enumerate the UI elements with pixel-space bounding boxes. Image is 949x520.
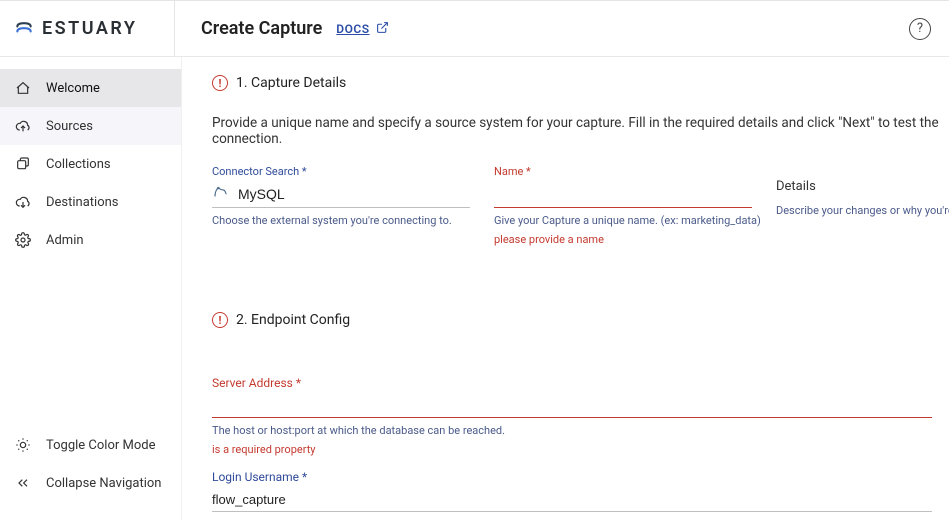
sidebar-item-label: Toggle Color Mode xyxy=(46,438,156,453)
connector-field: Connector Search * Choose the external s… xyxy=(212,165,470,227)
name-field: Name * Give your Capture a unique name. … xyxy=(494,165,752,246)
section-intro: Provide a unique name and specify a sour… xyxy=(212,115,949,147)
topbar: ESTUARY Create Capture DOCS ? xyxy=(0,1,949,57)
sidebar-item-label: Collections xyxy=(46,157,111,172)
sidebar-item-label: Admin xyxy=(46,233,84,248)
alert-icon: ! xyxy=(212,312,228,328)
login-username-input[interactable] xyxy=(212,492,932,507)
section-title: 2. Endpoint Config xyxy=(236,312,350,328)
brand-mark-icon xyxy=(14,19,34,39)
alert-icon: ! xyxy=(212,75,228,91)
brand-logo: ESTUARY xyxy=(14,18,174,39)
details-help: Describe your changes or why you're ch xyxy=(776,204,949,217)
home-icon xyxy=(14,80,32,96)
docs-link[interactable]: DOCS xyxy=(336,21,388,37)
mysql-icon xyxy=(212,183,230,205)
sidebar-item-collections[interactable]: Collections xyxy=(0,145,181,183)
cloud-download-icon xyxy=(14,194,32,210)
external-link-icon xyxy=(376,21,389,37)
section-endpoint-config-header: ! 2. Endpoint Config xyxy=(212,312,949,328)
title-block: Create Capture DOCS xyxy=(174,1,389,56)
sidebar-item-label: Sources xyxy=(46,119,93,134)
sidebar-item-label: Welcome xyxy=(46,81,100,96)
login-username-label: Login Username * xyxy=(212,470,932,484)
server-address-field: Server Address * The host or host:port a… xyxy=(212,376,932,456)
collections-icon xyxy=(14,156,32,172)
sidebar-item-destinations[interactable]: Destinations xyxy=(0,183,181,221)
gear-icon xyxy=(14,232,32,248)
sidebar-item-label: Collapse Navigation xyxy=(46,476,161,491)
details-label: Details xyxy=(776,165,949,194)
toggle-color-mode[interactable]: Toggle Color Mode xyxy=(0,426,181,464)
section-capture-details-header: ! 1. Capture Details xyxy=(212,75,949,91)
server-address-input[interactable] xyxy=(212,398,932,413)
sidebar-item-sources[interactable]: Sources xyxy=(0,107,181,145)
connector-search-input[interactable] xyxy=(238,186,470,202)
sidebar-item-welcome[interactable]: Welcome xyxy=(0,69,181,107)
sidebar: Welcome Sources Collections xyxy=(0,57,182,520)
page-title: Create Capture xyxy=(201,18,322,39)
sun-icon xyxy=(14,437,32,453)
server-address-label: Server Address * xyxy=(212,376,932,390)
name-label: Name * xyxy=(494,165,752,178)
connector-help: Choose the external system you're connec… xyxy=(212,214,470,227)
section-title: 1. Capture Details xyxy=(236,75,346,91)
brand-name: ESTUARY xyxy=(42,18,137,39)
login-username-field: Login Username * The database user to au… xyxy=(212,470,932,520)
connector-label: Connector Search * xyxy=(212,165,470,178)
chevrons-left-icon xyxy=(14,475,32,491)
sidebar-item-label: Destinations xyxy=(46,195,119,210)
collapse-navigation[interactable]: Collapse Navigation xyxy=(0,464,181,502)
name-help: Give your Capture a unique name. (ex: ma… xyxy=(494,214,752,227)
help-button[interactable]: ? xyxy=(909,18,931,40)
capture-name-input[interactable] xyxy=(494,186,752,202)
details-field: Details Describe your changes or why you… xyxy=(776,165,949,217)
main-content: ! 1. Capture Details Provide a unique na… xyxy=(182,57,949,520)
sidebar-item-admin[interactable]: Admin xyxy=(0,221,181,259)
cloud-upload-icon xyxy=(14,118,32,134)
server-address-help: The host or host:port at which the datab… xyxy=(212,424,932,437)
name-error: please provide a name xyxy=(494,233,752,246)
help-icon: ? xyxy=(917,21,923,36)
docs-label: DOCS xyxy=(336,22,369,36)
server-address-error: is a required property xyxy=(212,443,932,456)
